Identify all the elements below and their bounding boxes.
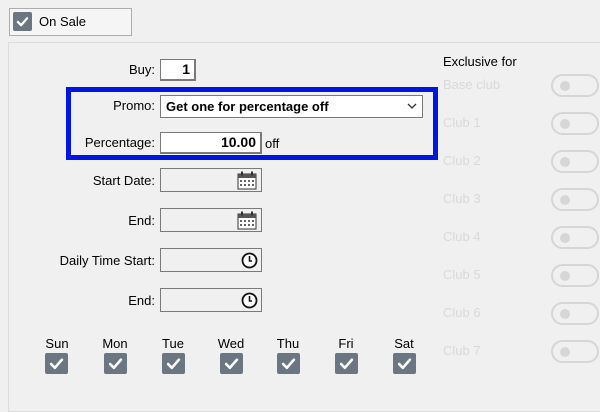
promo-label: Promo: xyxy=(113,98,155,113)
club-label-5: Club 5 xyxy=(443,267,481,282)
calendar-icon[interactable] xyxy=(237,171,257,190)
toggle-knob xyxy=(560,81,570,91)
toggle-knob xyxy=(560,157,570,167)
day-checkbox-fri[interactable] xyxy=(335,353,358,374)
toggle-knob xyxy=(560,233,570,243)
daily-time-end-label: End: xyxy=(128,293,155,308)
daily-time-start-label: Daily Time Start: xyxy=(59,253,155,268)
end-date-field[interactable] xyxy=(160,208,262,232)
on-sale-checkbox[interactable] xyxy=(13,12,32,31)
day-label-mon: Mon xyxy=(102,336,128,351)
checkmark-icon xyxy=(224,358,239,370)
club-toggle-5[interactable] xyxy=(551,264,599,287)
on-sale-toggle[interactable]: On Sale xyxy=(9,8,132,36)
checkmark-icon xyxy=(49,358,64,370)
checkmark-icon xyxy=(16,17,29,27)
clock-icon[interactable] xyxy=(241,252,258,269)
club-toggle-6[interactable] xyxy=(551,302,599,325)
day-label-fri: Fri xyxy=(338,336,354,351)
end-date-label: End: xyxy=(128,213,155,228)
chevron-down-icon xyxy=(407,103,417,109)
checkmark-icon xyxy=(108,358,123,370)
day-label-sun: Sun xyxy=(45,336,69,351)
toggle-knob xyxy=(560,347,570,357)
start-date-field[interactable] xyxy=(160,168,262,192)
club-label-4: Club 4 xyxy=(443,229,481,244)
toggle-knob xyxy=(560,195,570,205)
percentage-suffix: off xyxy=(265,136,280,151)
day-label-thu: Thu xyxy=(276,336,300,351)
club-label-6: Club 6 xyxy=(443,305,481,320)
buy-label: Buy: xyxy=(128,62,155,77)
day-checkbox-thu[interactable] xyxy=(277,353,300,374)
club-toggle-4[interactable] xyxy=(551,226,599,249)
club-label-base: Base club xyxy=(443,77,501,92)
percentage-label: Percentage: xyxy=(84,135,155,150)
buy-quantity-input[interactable]: 1 xyxy=(160,59,196,81)
day-checkbox-sun[interactable] xyxy=(45,353,68,374)
club-label-1: Club 1 xyxy=(443,115,481,130)
checkmark-icon xyxy=(166,358,181,370)
day-label-wed: Wed xyxy=(217,336,245,351)
day-checkbox-sat[interactable] xyxy=(393,353,416,374)
calendar-icon[interactable] xyxy=(237,211,257,230)
day-checkbox-tue[interactable] xyxy=(162,353,185,374)
percentage-input[interactable]: 10.00 xyxy=(160,132,262,154)
club-label-3: Club 3 xyxy=(443,191,481,206)
daily-time-start-field[interactable] xyxy=(160,248,262,272)
toggle-knob xyxy=(560,309,570,319)
club-toggle-3[interactable] xyxy=(551,188,599,211)
promo-select[interactable]: Get one for percentage off xyxy=(160,95,423,118)
day-label-sat: Sat xyxy=(394,336,414,351)
checkmark-icon xyxy=(339,358,354,370)
toggle-knob xyxy=(560,119,570,129)
club-label-2: Club 2 xyxy=(443,153,481,168)
club-label-7: Club 7 xyxy=(443,343,481,358)
exclusive-for-title: Exclusive for xyxy=(443,54,517,69)
club-toggle-1[interactable] xyxy=(551,112,599,135)
day-checkbox-wed[interactable] xyxy=(220,353,243,374)
club-toggle-2[interactable] xyxy=(551,150,599,173)
on-sale-label: On Sale xyxy=(39,14,86,29)
day-label-tue: Tue xyxy=(162,336,184,351)
day-checkbox-mon[interactable] xyxy=(104,353,127,374)
checkmark-icon xyxy=(397,358,412,370)
toggle-knob xyxy=(560,271,570,281)
promo-selected-value: Get one for percentage off xyxy=(166,99,329,114)
club-toggle-7[interactable] xyxy=(551,340,599,363)
daily-time-end-field[interactable] xyxy=(160,288,262,312)
checkmark-icon xyxy=(281,358,296,370)
clock-icon[interactable] xyxy=(241,292,258,309)
start-date-label: Start Date: xyxy=(92,173,155,188)
club-toggle-base[interactable] xyxy=(551,74,599,97)
